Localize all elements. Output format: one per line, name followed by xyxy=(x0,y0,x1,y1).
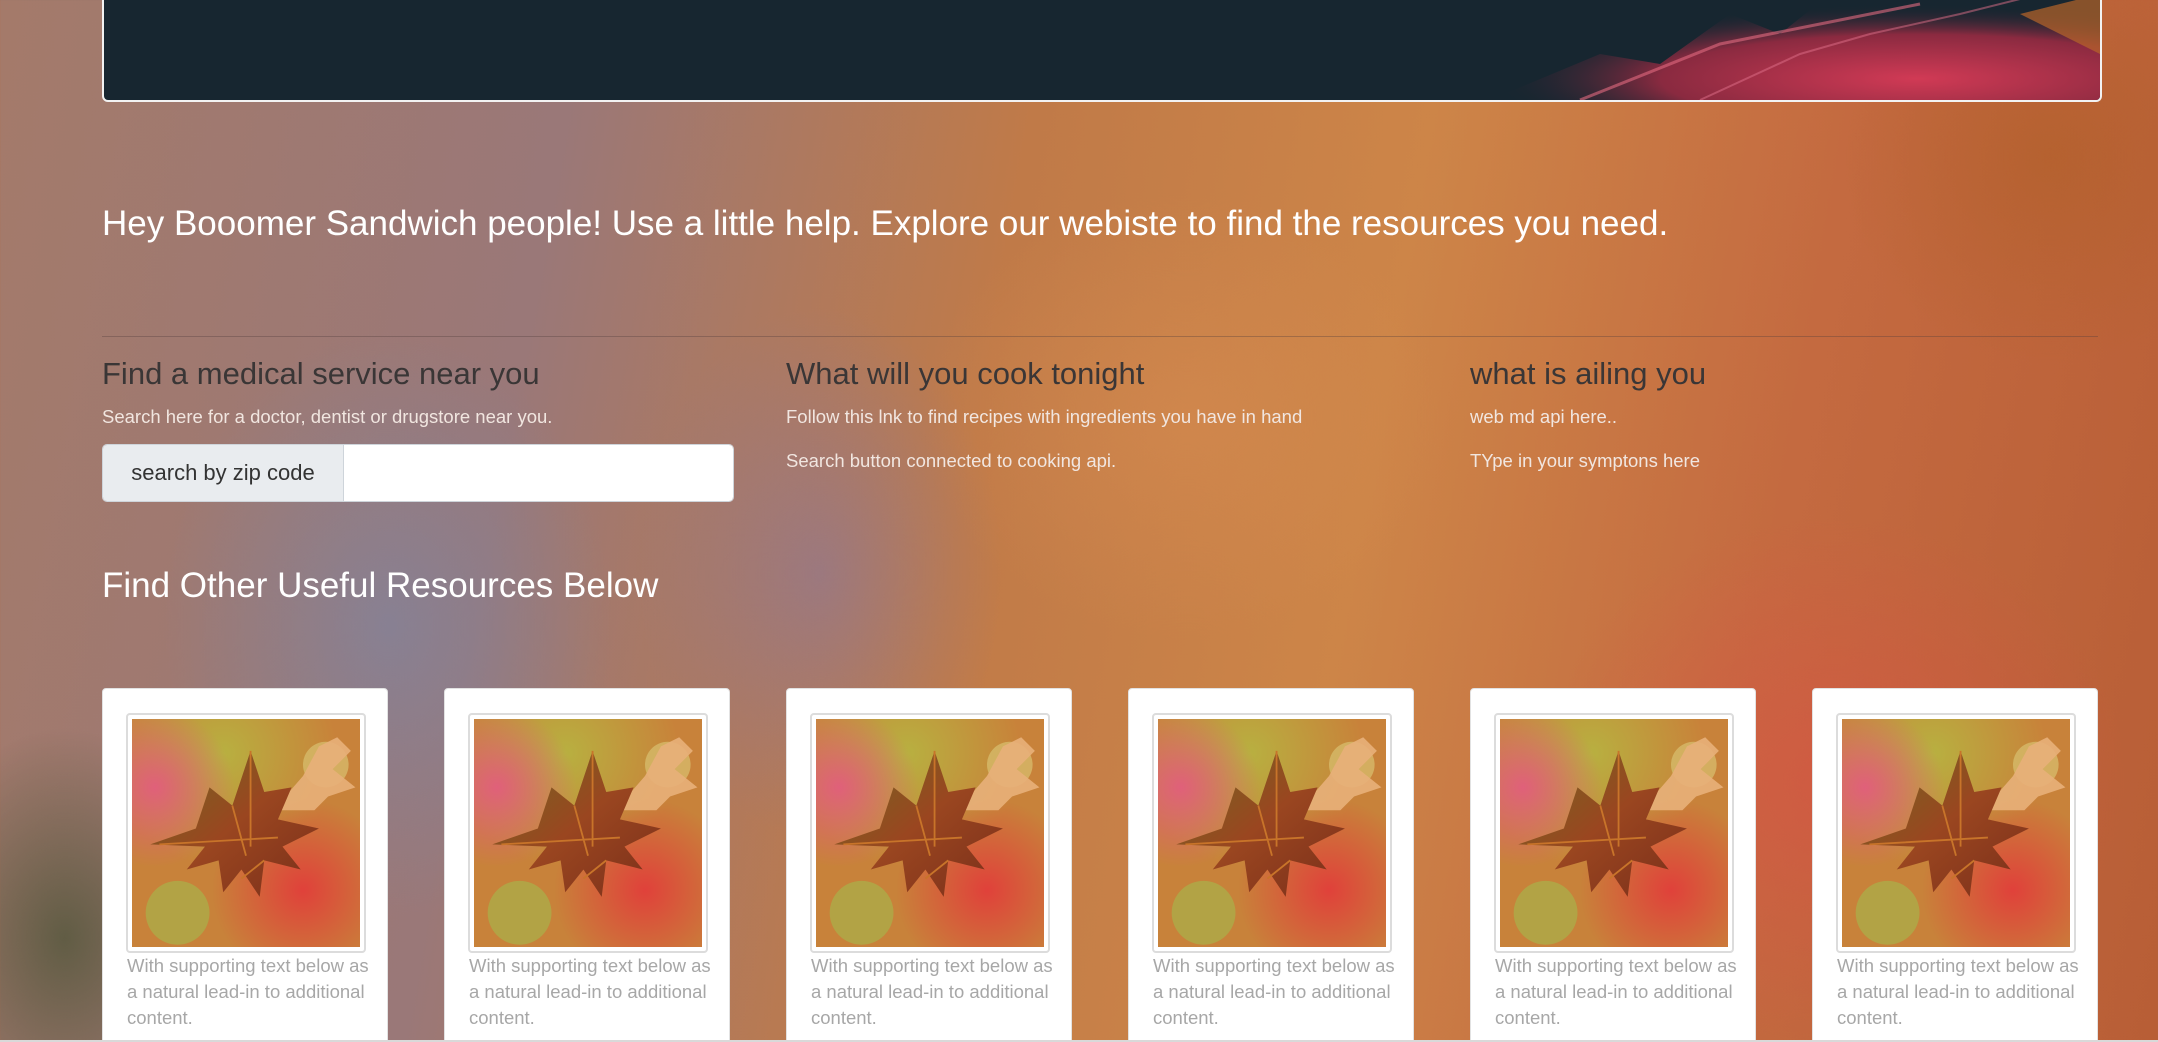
card-image xyxy=(810,713,1050,953)
leaf-image xyxy=(474,719,702,947)
card-image xyxy=(468,713,708,953)
zip-code-input[interactable] xyxy=(344,445,733,501)
leaf-image xyxy=(816,719,1044,947)
card-text: With supporting text below as a natural … xyxy=(127,955,369,1028)
medical-service-text: Search here for a doctor, dentist or dru… xyxy=(102,406,553,427)
card-text: With supporting text below as a natural … xyxy=(1153,955,1395,1028)
welcome-heading: Hey Booomer Sandwich people! Use a littl… xyxy=(102,204,1669,243)
card-image xyxy=(126,713,366,953)
leaf-image xyxy=(1842,719,2070,947)
cooking-section: What will you cook tonight Follow this l… xyxy=(786,356,1426,472)
hero-banner xyxy=(102,0,2102,102)
resource-card[interactable]: With supporting text below as a natural … xyxy=(444,688,730,1042)
cooking-title: What will you cook tonight xyxy=(786,356,1145,391)
symptoms-section: what is ailing you web md api here.. TYp… xyxy=(1470,356,2110,472)
card-image xyxy=(1494,713,1734,953)
card-image xyxy=(1836,713,2076,953)
symptoms-api-text: web md api here.. xyxy=(1470,406,1618,427)
card-text: With supporting text below as a natural … xyxy=(469,955,711,1028)
cooking-link-text[interactable]: Follow this lnk to find recipes with ing… xyxy=(786,406,1426,428)
resource-card[interactable]: With supporting text below as a natural … xyxy=(1812,688,2098,1042)
leaf-image xyxy=(1500,719,1728,947)
leaf-image xyxy=(1490,0,2100,100)
zip-search-label: search by zip code xyxy=(103,445,344,501)
zip-search-group: search by zip code xyxy=(102,444,734,502)
symptoms-title: what is ailing you xyxy=(1470,356,1707,391)
card-image xyxy=(1152,713,1392,953)
resource-card[interactable]: With supporting text below as a natural … xyxy=(1470,688,1756,1042)
leaf-image xyxy=(1158,719,1386,947)
medical-service-title: Find a medical service near you xyxy=(102,356,540,391)
medical-service-section: Find a medical service near you Search h… xyxy=(102,356,742,428)
card-text: With supporting text below as a natural … xyxy=(811,955,1053,1028)
resource-card[interactable]: With supporting text below as a natural … xyxy=(786,688,1072,1042)
resource-cards: With supporting text below as a natural … xyxy=(102,688,2098,1042)
symptoms-input-text: TYpe in your symptons here xyxy=(1470,450,1700,471)
resource-card[interactable]: With supporting text below as a natural … xyxy=(102,688,388,1042)
resources-heading: Find Other Useful Resources Below xyxy=(102,566,659,605)
leaf-image xyxy=(132,719,360,947)
card-text: With supporting text below as a natural … xyxy=(1837,955,2079,1028)
section-divider xyxy=(102,336,2098,337)
card-text: With supporting text below as a natural … xyxy=(1495,955,1737,1028)
cooking-search-text: Search button connected to cooking api. xyxy=(786,450,1117,471)
resource-card[interactable]: With supporting text below as a natural … xyxy=(1128,688,1414,1042)
